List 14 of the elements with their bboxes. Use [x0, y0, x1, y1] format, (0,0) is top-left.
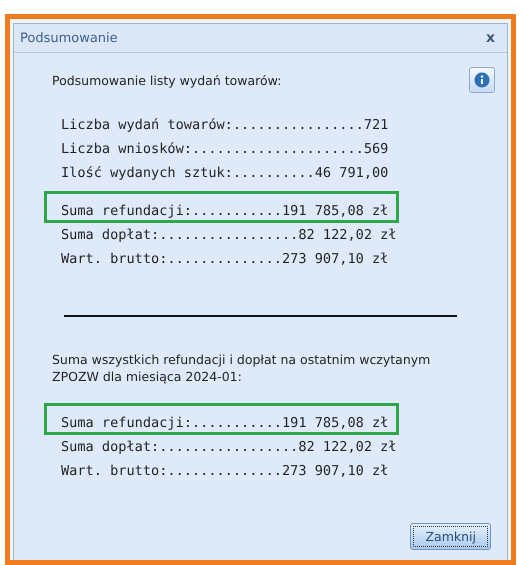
summary-line: Liczba wniosków:.....................569 — [60, 140, 390, 159]
summary-line: Suma dopłat:.................82 122,02 zł — [60, 226, 398, 245]
window-title: Podsumowanie — [20, 30, 118, 46]
close-dialog-button[interactable]: Zamknij — [410, 523, 491, 550]
summary-line: Wart. brutto:..............273 907,10 zł — [60, 462, 390, 481]
info-button[interactable] — [469, 67, 495, 93]
summary-line: Suma dopłat:.................82 122,02 zł — [60, 438, 398, 457]
summary-heading: Podsumowanie listy wydań towarów: — [52, 72, 282, 88]
summary-line: Liczba wydań towarów:................721 — [60, 116, 390, 135]
summary-line: Ilość wydanych sztuk:..........46 791,00 — [60, 164, 390, 183]
info-icon — [474, 72, 490, 88]
close-button[interactable]: x — [482, 30, 499, 46]
summary-line: Wart. brutto:..............273 907,10 zł — [60, 250, 390, 269]
month-note: Suma wszystkich refundacji i dopłat na ostatnim wczytanym ZPOZW dla miesiąca 2024-01: — [52, 351, 432, 385]
